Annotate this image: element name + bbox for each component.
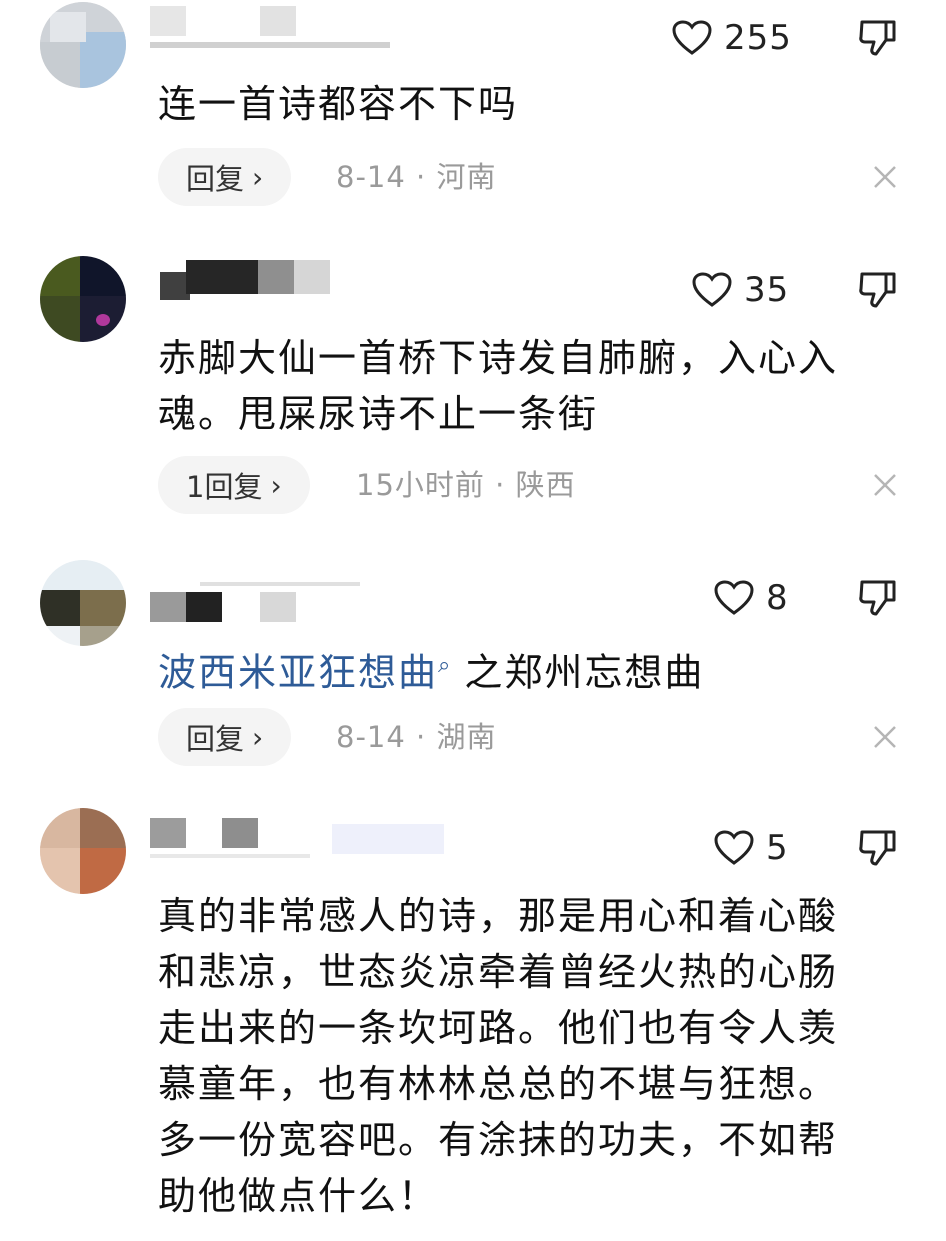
like-count: 255 <box>724 18 792 58</box>
heart-outline-icon <box>672 20 712 55</box>
meta-separator: · <box>416 160 427 194</box>
reply-label: 1回复 <box>186 470 263 504</box>
comment-text-line: 赤脚大仙一首桥下诗发自肺腑，入心入 <box>158 336 839 380</box>
comment-text-line: 多一份宽容吧。有涂抹的功夫，不如帮 <box>158 1118 839 1162</box>
like-button[interactable]: 5 <box>714 826 789 870</box>
meta-separator: · <box>416 720 427 754</box>
username-redacted[interactable] <box>150 818 450 860</box>
meta-separator: · <box>495 468 506 502</box>
dislike-button[interactable] <box>856 576 900 620</box>
close-icon[interactable] <box>872 472 898 498</box>
comment-meta: 15小时前 · 陕西 <box>356 456 576 514</box>
comment-date: 8-14 <box>336 720 406 754</box>
like-count: 35 <box>744 270 790 310</box>
comment-text: 赤脚大仙一首桥下诗发自肺腑，入心入 魂。甩屎尿诗不止一条街 <box>158 330 888 442</box>
username-redacted[interactable] <box>150 260 410 302</box>
avatar[interactable] <box>40 560 126 646</box>
like-count: 5 <box>766 828 789 868</box>
comment-text-line: 真的非常感人的诗，那是用心和着心酸 <box>158 894 839 938</box>
comment-text-rest: 之郑州忘想曲 <box>464 650 705 695</box>
thumbs-down-outline-icon <box>859 580 896 616</box>
reply-button[interactable]: 1回复 › <box>158 456 310 514</box>
like-button[interactable]: 255 <box>672 16 792 60</box>
username-redacted[interactable] <box>150 6 410 48</box>
reply-label: 回复 <box>186 722 245 756</box>
comment-location: 河南 <box>436 160 497 194</box>
heart-outline-icon <box>714 580 754 615</box>
avatar[interactable] <box>40 808 126 894</box>
comment-text-line: 走出来的一条坎坷路。他们也有令人羡 <box>158 1006 839 1050</box>
close-icon[interactable] <box>872 164 898 190</box>
comment-text-line: 助他做点什么！ <box>158 1174 439 1218</box>
like-button[interactable]: 8 <box>714 576 789 620</box>
comment-meta: 8-14 · 河南 <box>336 148 497 206</box>
chevron-right-icon: › <box>252 160 264 194</box>
dislike-button[interactable] <box>856 268 900 312</box>
reply-button[interactable]: 回复 › <box>158 148 292 206</box>
comment-text-line: 魂。甩屎尿诗不止一条街 <box>158 392 599 436</box>
comment-text: 连一首诗都容不下吗 <box>158 82 519 126</box>
avatar[interactable] <box>40 256 126 342</box>
heart-outline-icon <box>714 830 754 865</box>
like-count: 8 <box>766 578 789 618</box>
comment-date: 8-14 <box>336 160 406 194</box>
dislike-button[interactable] <box>856 826 900 870</box>
search-icon[interactable]: ⌕ <box>438 653 452 678</box>
avatar[interactable] <box>40 2 126 88</box>
comment-meta: 8-14 · 湖南 <box>336 708 497 766</box>
thumbs-down-outline-icon <box>859 272 896 308</box>
reply-label: 回复 <box>186 162 245 196</box>
heart-outline-icon <box>692 272 732 307</box>
thumbs-down-outline-icon <box>859 830 896 866</box>
username-redacted[interactable] <box>150 582 410 624</box>
topic-link[interactable]: 波西米亚狂想曲 <box>158 651 438 695</box>
chevron-right-icon: › <box>252 720 264 754</box>
close-icon[interactable] <box>872 724 898 750</box>
thumbs-down-outline-icon <box>859 20 896 56</box>
comment-text: 真的非常感人的诗，那是用心和着心酸 和悲凉，世态炎凉牵着曾经火热的心肠 走出来的… <box>158 888 888 1224</box>
like-button[interactable]: 35 <box>692 268 789 312</box>
comment-text-line: 慕童年，也有林林总总的不堪与狂想。 <box>158 1062 839 1106</box>
comment-text-line: 和悲凉，世态炎凉牵着曾经火热的心肠 <box>158 950 839 994</box>
comment-date: 15小时前 <box>356 468 485 502</box>
comment-text: 波西米亚狂想曲⌕ 之郑州忘想曲 <box>158 638 888 701</box>
comment-location: 湖南 <box>436 720 497 754</box>
reply-button[interactable]: 回复 › <box>158 708 292 766</box>
comment-location: 陕西 <box>515 468 576 502</box>
chevron-right-icon: › <box>270 468 282 502</box>
dislike-button[interactable] <box>856 16 900 60</box>
